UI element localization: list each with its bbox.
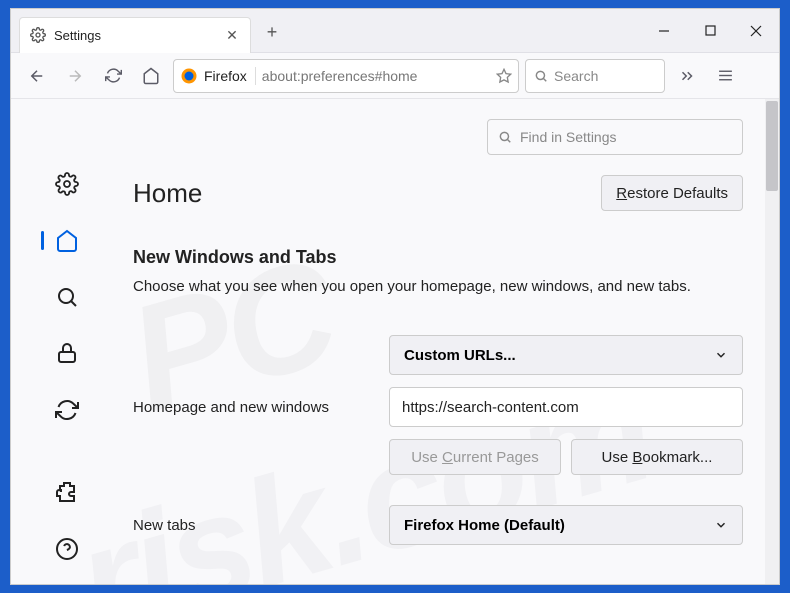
firefox-icon bbox=[180, 67, 198, 85]
chevron-down-icon bbox=[714, 518, 728, 532]
homepage-label: Homepage and new windows bbox=[133, 399, 369, 416]
homepage-mode-dropdown[interactable]: Custom URLs... bbox=[389, 335, 743, 375]
sidebar-general[interactable] bbox=[47, 169, 87, 199]
section-description: Choose what you see when you open your h… bbox=[133, 278, 743, 295]
menu-button[interactable] bbox=[709, 60, 741, 92]
search-icon bbox=[498, 130, 512, 144]
close-icon[interactable]: ✕ bbox=[224, 27, 240, 43]
close-window-button[interactable] bbox=[733, 11, 779, 51]
tab-title: Settings bbox=[54, 28, 216, 43]
browser-window: Settings ✕ + Firefox about:preferences#h… bbox=[10, 8, 780, 585]
scrollbar[interactable] bbox=[765, 99, 779, 584]
scrollbar-thumb[interactable] bbox=[766, 101, 778, 191]
content-area: PC risk.com Find in Settings Home Restor… bbox=[11, 99, 779, 584]
search-icon bbox=[534, 69, 548, 83]
settings-main: Find in Settings Home Restore Defaults N… bbox=[123, 99, 779, 584]
home-button[interactable] bbox=[135, 60, 167, 92]
maximize-button[interactable] bbox=[687, 11, 733, 51]
sidebar-privacy[interactable] bbox=[47, 338, 87, 368]
url-identity-label: Firefox bbox=[204, 68, 247, 84]
restore-defaults-button[interactable]: Restore Defaults bbox=[601, 175, 743, 211]
new-tab-button[interactable]: + bbox=[257, 18, 287, 48]
sidebar-sync[interactable] bbox=[47, 395, 87, 425]
bookmark-star-icon[interactable] bbox=[496, 68, 512, 84]
restore-label: estore Defaults bbox=[627, 185, 728, 202]
settings-sidebar bbox=[11, 99, 123, 584]
newtabs-dropdown[interactable]: Firefox Home (Default) bbox=[389, 505, 743, 545]
browser-tab[interactable]: Settings ✕ bbox=[19, 17, 251, 53]
toolbar: Firefox about:preferences#home Search bbox=[11, 53, 779, 99]
newtabs-label: New tabs bbox=[133, 517, 369, 534]
titlebar: Settings ✕ + bbox=[11, 9, 779, 53]
sidebar-home[interactable] bbox=[47, 225, 87, 255]
find-placeholder: Find in Settings bbox=[520, 129, 617, 145]
search-bar[interactable]: Search bbox=[525, 59, 665, 93]
url-identity: Firefox bbox=[180, 67, 256, 85]
gear-icon bbox=[30, 27, 46, 43]
sidebar-help[interactable] bbox=[47, 534, 87, 564]
overflow-button[interactable] bbox=[671, 60, 703, 92]
dropdown-value: Custom URLs... bbox=[404, 347, 516, 364]
sidebar-extensions[interactable] bbox=[47, 477, 87, 507]
section-title: New Windows and Tabs bbox=[133, 247, 743, 268]
window-controls bbox=[641, 11, 779, 51]
sidebar-search[interactable] bbox=[47, 282, 87, 312]
url-text: about:preferences#home bbox=[262, 68, 490, 84]
page-title: Home bbox=[133, 178, 202, 209]
homepage-url-input[interactable] bbox=[389, 387, 743, 427]
minimize-button[interactable] bbox=[641, 11, 687, 51]
url-bar[interactable]: Firefox about:preferences#home bbox=[173, 59, 519, 93]
back-button[interactable] bbox=[21, 60, 53, 92]
use-current-pages-button[interactable]: Use Current Pages bbox=[389, 439, 561, 475]
use-bookmark-button[interactable]: Use Bookmark... bbox=[571, 439, 743, 475]
searchbar-placeholder: Search bbox=[554, 68, 598, 84]
find-in-settings-input[interactable]: Find in Settings bbox=[487, 119, 743, 155]
dropdown-value: Firefox Home (Default) bbox=[404, 517, 565, 534]
forward-button[interactable] bbox=[59, 60, 91, 92]
chevron-down-icon bbox=[714, 348, 728, 362]
reload-button[interactable] bbox=[97, 60, 129, 92]
